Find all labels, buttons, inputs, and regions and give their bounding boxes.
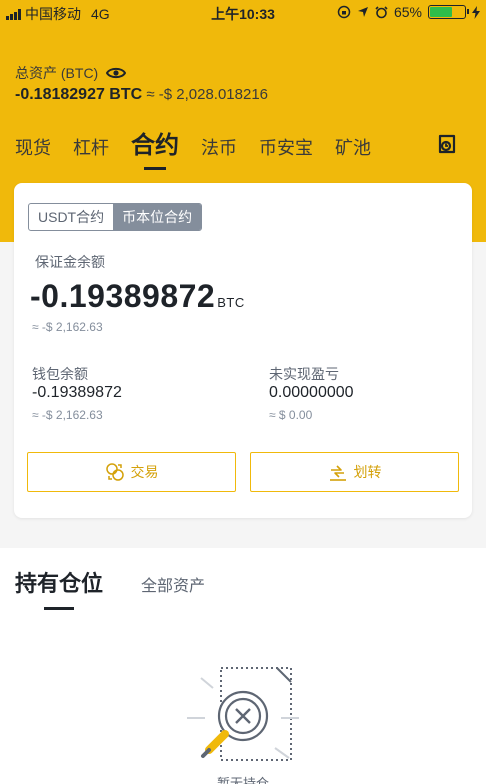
wallet-balance-usd: ≈ -$ 2,162.63 [32,408,103,422]
unrealized-pnl-label: 未实现盈亏 [269,366,339,382]
tab-all-assets[interactable]: 全部资产 [141,572,205,598]
battery-icon [428,5,469,19]
wallet-balance-value: -0.19389872 [32,384,122,401]
tab-futures[interactable]: 合约 [131,125,179,170]
total-btc: -0.18182927 BTC [15,86,143,103]
tab-savings[interactable]: 币安宝 [259,134,313,160]
records-icon[interactable] [435,132,459,156]
status-bar: 中国移动 4G 上午10:33 65% [0,0,486,24]
exchange-icon [105,463,124,481]
futures-balance-card: USDT合约 币本位合约 保证金余额 -0.19389872 BTC ≈ -$ 2… [14,183,472,518]
battery-percent: 65% [393,4,422,20]
transfer-icon [329,465,346,481]
eye-icon[interactable] [106,66,127,80]
tab-margin[interactable]: 杠杆 [73,134,109,160]
tab-fiat[interactable]: 法币 [201,134,237,160]
segment-usdt[interactable]: USDT合约 [29,204,113,230]
tab-spot[interactable]: 现货 [15,134,51,160]
margin-balance-usd: ≈ -$ 2,162.63 [32,320,103,334]
transfer-button-label: 划转 [353,464,382,480]
empty-state-text: 暂无持仓 [217,776,269,784]
contract-type-switch: USDT合约 币本位合约 [28,203,203,231]
unrealized-pnl-value: 0.00000000 [269,384,354,401]
tab-positions[interactable]: 持有仓位 [15,566,103,610]
segment-coin[interactable]: 币本位合约 [113,204,202,230]
total-assets-title: 总资产 (BTC) [15,65,99,81]
tab-pool[interactable]: 矿池 [335,134,371,160]
unrealized-pnl-usd: ≈ $ 0.00 [269,408,313,422]
total-assets-value: -0.18182927 BTC ≈ -$ 2,028.018216 [15,86,268,104]
trade-button-label: 交易 [130,464,159,480]
account-tabs: 现货 杠杆 合约 法币 币安宝 矿池 [15,125,393,170]
total-assets-label: 总资产 (BTC) [15,63,127,83]
wallet-balance-label: 钱包余额 [32,366,88,382]
location-icon [357,7,368,17]
transfer-button[interactable]: 划转 [250,452,459,492]
total-usd: ≈ -$ 2,028.018216 [146,86,269,103]
margin-balance-unit: BTC [217,295,245,310]
positions-tabs: 持有仓位 全部资产 [15,566,205,610]
empty-state-illustration: 暂无持仓 [187,667,299,784]
charging-icon [472,5,480,19]
alarm-icon [375,5,388,18]
screen-lock-icon [337,5,351,19]
margin-balance-label: 保证金余额 [35,254,105,270]
margin-balance: -0.19389872 BTC [30,278,245,315]
trade-button[interactable]: 交易 [27,452,236,492]
margin-balance-value: -0.19389872 [30,278,216,314]
